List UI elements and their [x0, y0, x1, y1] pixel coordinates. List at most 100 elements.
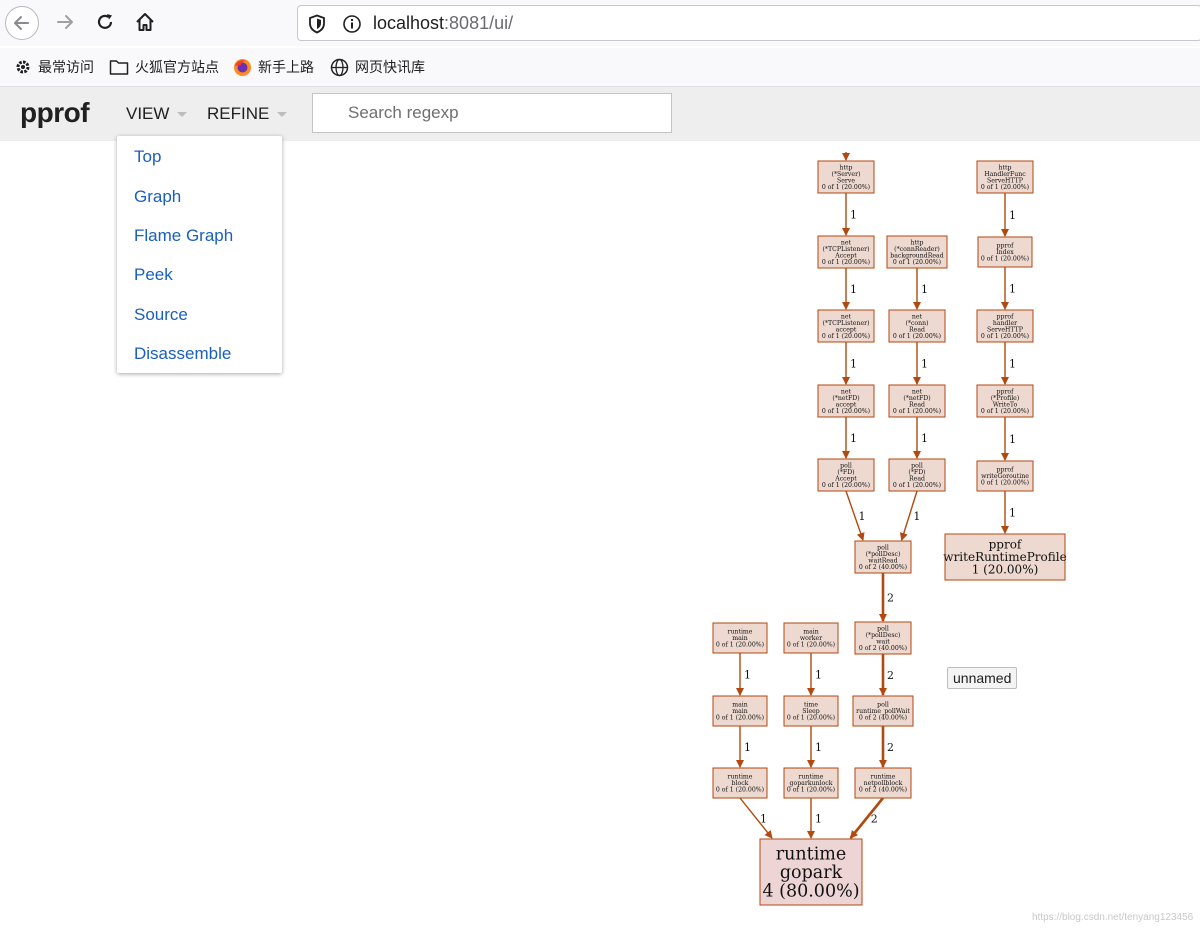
node-label-line: 0 of 1 (20.00%): [716, 715, 764, 722]
view-menu-button[interactable]: VIEW: [126, 104, 188, 124]
graph-edge[interactable]: 1: [807, 726, 822, 768]
graph-edge[interactable]: 1: [842, 268, 857, 310]
graph-node-pprof-index[interactable]: pprofIndex0 of 1 (20.00%): [977, 236, 1033, 268]
node-label-line: runtime: [776, 845, 847, 865]
graph-edge[interactable]: 2: [879, 654, 894, 696]
edge-line: [739, 797, 773, 839]
graph-edge[interactable]: 2: [879, 726, 894, 768]
node-label-line: 0 of 1 (20.00%): [893, 482, 941, 489]
info-icon[interactable]: [342, 14, 362, 39]
graph-node-time-sleep[interactable]: timeSleep0 of 1 (20.00%): [783, 695, 839, 727]
bookmark-web-slices[interactable]: 网页快讯库: [330, 57, 425, 77]
graph-node-wait[interactable]: poll(*pollDesc)wait0 of 2 (40.00%): [854, 621, 912, 655]
graph-node-conn-read[interactable]: net(*conn)Read0 of 1 (20.00%): [888, 309, 946, 343]
edge-label: 2: [871, 813, 878, 826]
graph-edge[interactable]: 1: [913, 268, 928, 310]
graph-edge[interactable]: 1: [807, 653, 822, 696]
edge-label: 2: [887, 592, 894, 605]
graph-node-netfd-read[interactable]: net(*netFD)Read0 of 1 (20.00%): [888, 384, 946, 418]
graph-edge[interactable]: 1: [842, 193, 857, 236]
node-label-line: 0 of 1 (20.00%): [822, 333, 870, 340]
graph-node-tcp-Accept[interactable]: net(*TCPListener)Accept0 of 1 (20.00%): [817, 235, 875, 269]
graph-edge[interactable]: 1: [1001, 417, 1016, 461]
graph-edge[interactable]: 1: [736, 726, 751, 768]
menu-item-graph[interactable]: Graph: [134, 187, 181, 207]
watermark: https://blog.csdn.net/tenyang123456: [1032, 912, 1194, 923]
bookmarks-toolbar: 最常访问 火狐官方站点 新手上路 网页快讯库: [0, 48, 1200, 87]
graph-nodes: http(*Server)Serve0 of 1 (20.00%) net(*TC…: [712, 160, 1067, 906]
node-label-line: 0 of 1 (20.00%): [981, 333, 1029, 340]
graph-edge[interactable]: 2: [879, 573, 894, 622]
graph-node-rt-main[interactable]: runtimemain0 of 1 (20.00%): [712, 622, 768, 654]
gear-icon: [16, 60, 30, 74]
graph-node-writegoroutine[interactable]: pprofwriteGoroutine0 of 1 (20.00%): [976, 460, 1034, 492]
graph-node-pollwait[interactable]: pollruntime_pollWait0 of 2 (40.00%): [852, 695, 914, 727]
edge-label: 1: [1009, 433, 1016, 446]
bookmark-label: 火狐官方站点: [135, 59, 219, 75]
url-bar[interactable]: localhost:8081/ui/: [297, 5, 1200, 41]
graph-edge[interactable]: 1: [842, 417, 857, 459]
graph-node-pprof-handler[interactable]: pprofhandlerServeHTTP0 of 1 (20.00%): [976, 309, 1034, 343]
graph-edge[interactable]: 1: [1001, 342, 1016, 385]
view-menu-label: VIEW: [126, 104, 170, 123]
graph-edge[interactable]: 1: [807, 798, 822, 839]
graph-edge[interactable]: 1: [1001, 193, 1016, 237]
bookmark-getting-started[interactable]: 新手上路: [233, 57, 314, 77]
caret-down-icon: [177, 111, 188, 117]
shield-icon[interactable]: [308, 14, 326, 39]
graph-node-writeruntimeprofile[interactable]: pprofwriteRuntimeProfile1 (20.00%): [943, 533, 1067, 581]
graph-edge[interactable]: 1: [736, 653, 751, 696]
node-label-line: 0 of 1 (20.00%): [893, 408, 941, 415]
menu-item-peek[interactable]: Peek: [134, 265, 173, 285]
firefox-icon: [234, 58, 251, 76]
bookmark-most-visited[interactable]: 最常访问: [14, 57, 94, 77]
graph-node-main-worker[interactable]: mainworker0 of 1 (20.00%): [783, 622, 839, 654]
bookmark-firefox-official[interactable]: 火狐官方站点: [109, 57, 219, 77]
reload-button[interactable]: [88, 5, 122, 39]
graph-edge[interactable]: 1: [913, 417, 928, 459]
menu-item-source[interactable]: Source: [134, 305, 188, 325]
node-label-line: 0 of 1 (20.00%): [822, 482, 870, 489]
graph-node-waitread[interactable]: poll(*pollDesc)waitRead0 of 2 (40.00%): [854, 540, 912, 574]
folder-icon: [109, 60, 129, 75]
graph-node-fd-Accept[interactable]: poll(*FD)Accept0 of 1 (20.00%): [817, 458, 875, 492]
graph-node-rt-block[interactable]: runtimeblock0 of 1 (20.00%): [712, 767, 768, 799]
graph-node-tcp-accept[interactable]: net(*TCPListener)accept0 of 1 (20.00%): [817, 309, 875, 343]
edge-label: 1: [760, 813, 767, 826]
graph-edge[interactable]: 1: [1001, 267, 1016, 310]
menu-item-disassemble[interactable]: Disassemble: [134, 344, 231, 364]
graph-edge[interactable]: 1: [845, 490, 866, 541]
graph-node-http-serve[interactable]: http(*Server)Serve0 of 1 (20.00%): [817, 160, 875, 194]
graph-edge[interactable]: 2: [849, 797, 885, 839]
node-label-line: 0 of 1 (20.00%): [716, 642, 764, 649]
graph-node-goparkunlock[interactable]: runtimegoparkunlock0 of 1 (20.00%): [783, 767, 839, 799]
node-label-line: gopark: [780, 863, 843, 883]
graph-edge[interactable]: 1: [899, 490, 921, 541]
graph-node-netfd-accept[interactable]: net(*netFD)accept0 of 1 (20.00%): [817, 384, 875, 418]
menu-item-top[interactable]: Top: [134, 147, 161, 167]
pprof-header: pprof VIEW REFINE: [0, 87, 1200, 141]
menu-item-flame-graph[interactable]: Flame Graph: [134, 226, 233, 246]
graph-node-conn-bg[interactable]: http(*connReader)backgroundRead0 of 1 (2…: [886, 235, 948, 269]
back-button[interactable]: [5, 6, 39, 40]
browser-toolbar: localhost:8081/ui/: [0, 0, 1200, 46]
edge-label: 1: [921, 358, 928, 371]
home-button[interactable]: [128, 5, 162, 39]
graph-node-handlerfunc[interactable]: httpHandlerFuncServeHTTP0 of 1 (20.00%): [976, 160, 1034, 194]
graph-edge[interactable]: 1: [913, 342, 928, 385]
graph-node-netpollblock[interactable]: runtimenetpollblock0 of 2 (40.00%): [854, 767, 912, 799]
pprof-logo[interactable]: pprof: [20, 97, 90, 129]
graph-node-profile-writeto[interactable]: pprof(*Profile)WriteTo0 of 1 (20.00%): [976, 384, 1034, 418]
forward-button[interactable]: [48, 5, 82, 39]
graph-edge[interactable]: 1: [1001, 491, 1016, 534]
graph-edge[interactable]: 1: [739, 797, 773, 839]
search-input[interactable]: [312, 93, 672, 133]
graph-node-fd-read[interactable]: poll(*FD)Read0 of 1 (20.00%): [888, 458, 946, 492]
refine-menu-button[interactable]: REFINE: [207, 104, 288, 124]
graph-node-main-main[interactable]: mainmain0 of 1 (20.00%): [712, 695, 768, 727]
node-label-line: 0 of 1 (20.00%): [893, 333, 941, 340]
edge-line: [849, 797, 885, 839]
edge-label: 1: [1009, 209, 1016, 222]
graph-node-gopark[interactable]: runtimegopark4 (80.00%): [759, 838, 863, 906]
graph-edge[interactable]: 1: [842, 342, 857, 385]
